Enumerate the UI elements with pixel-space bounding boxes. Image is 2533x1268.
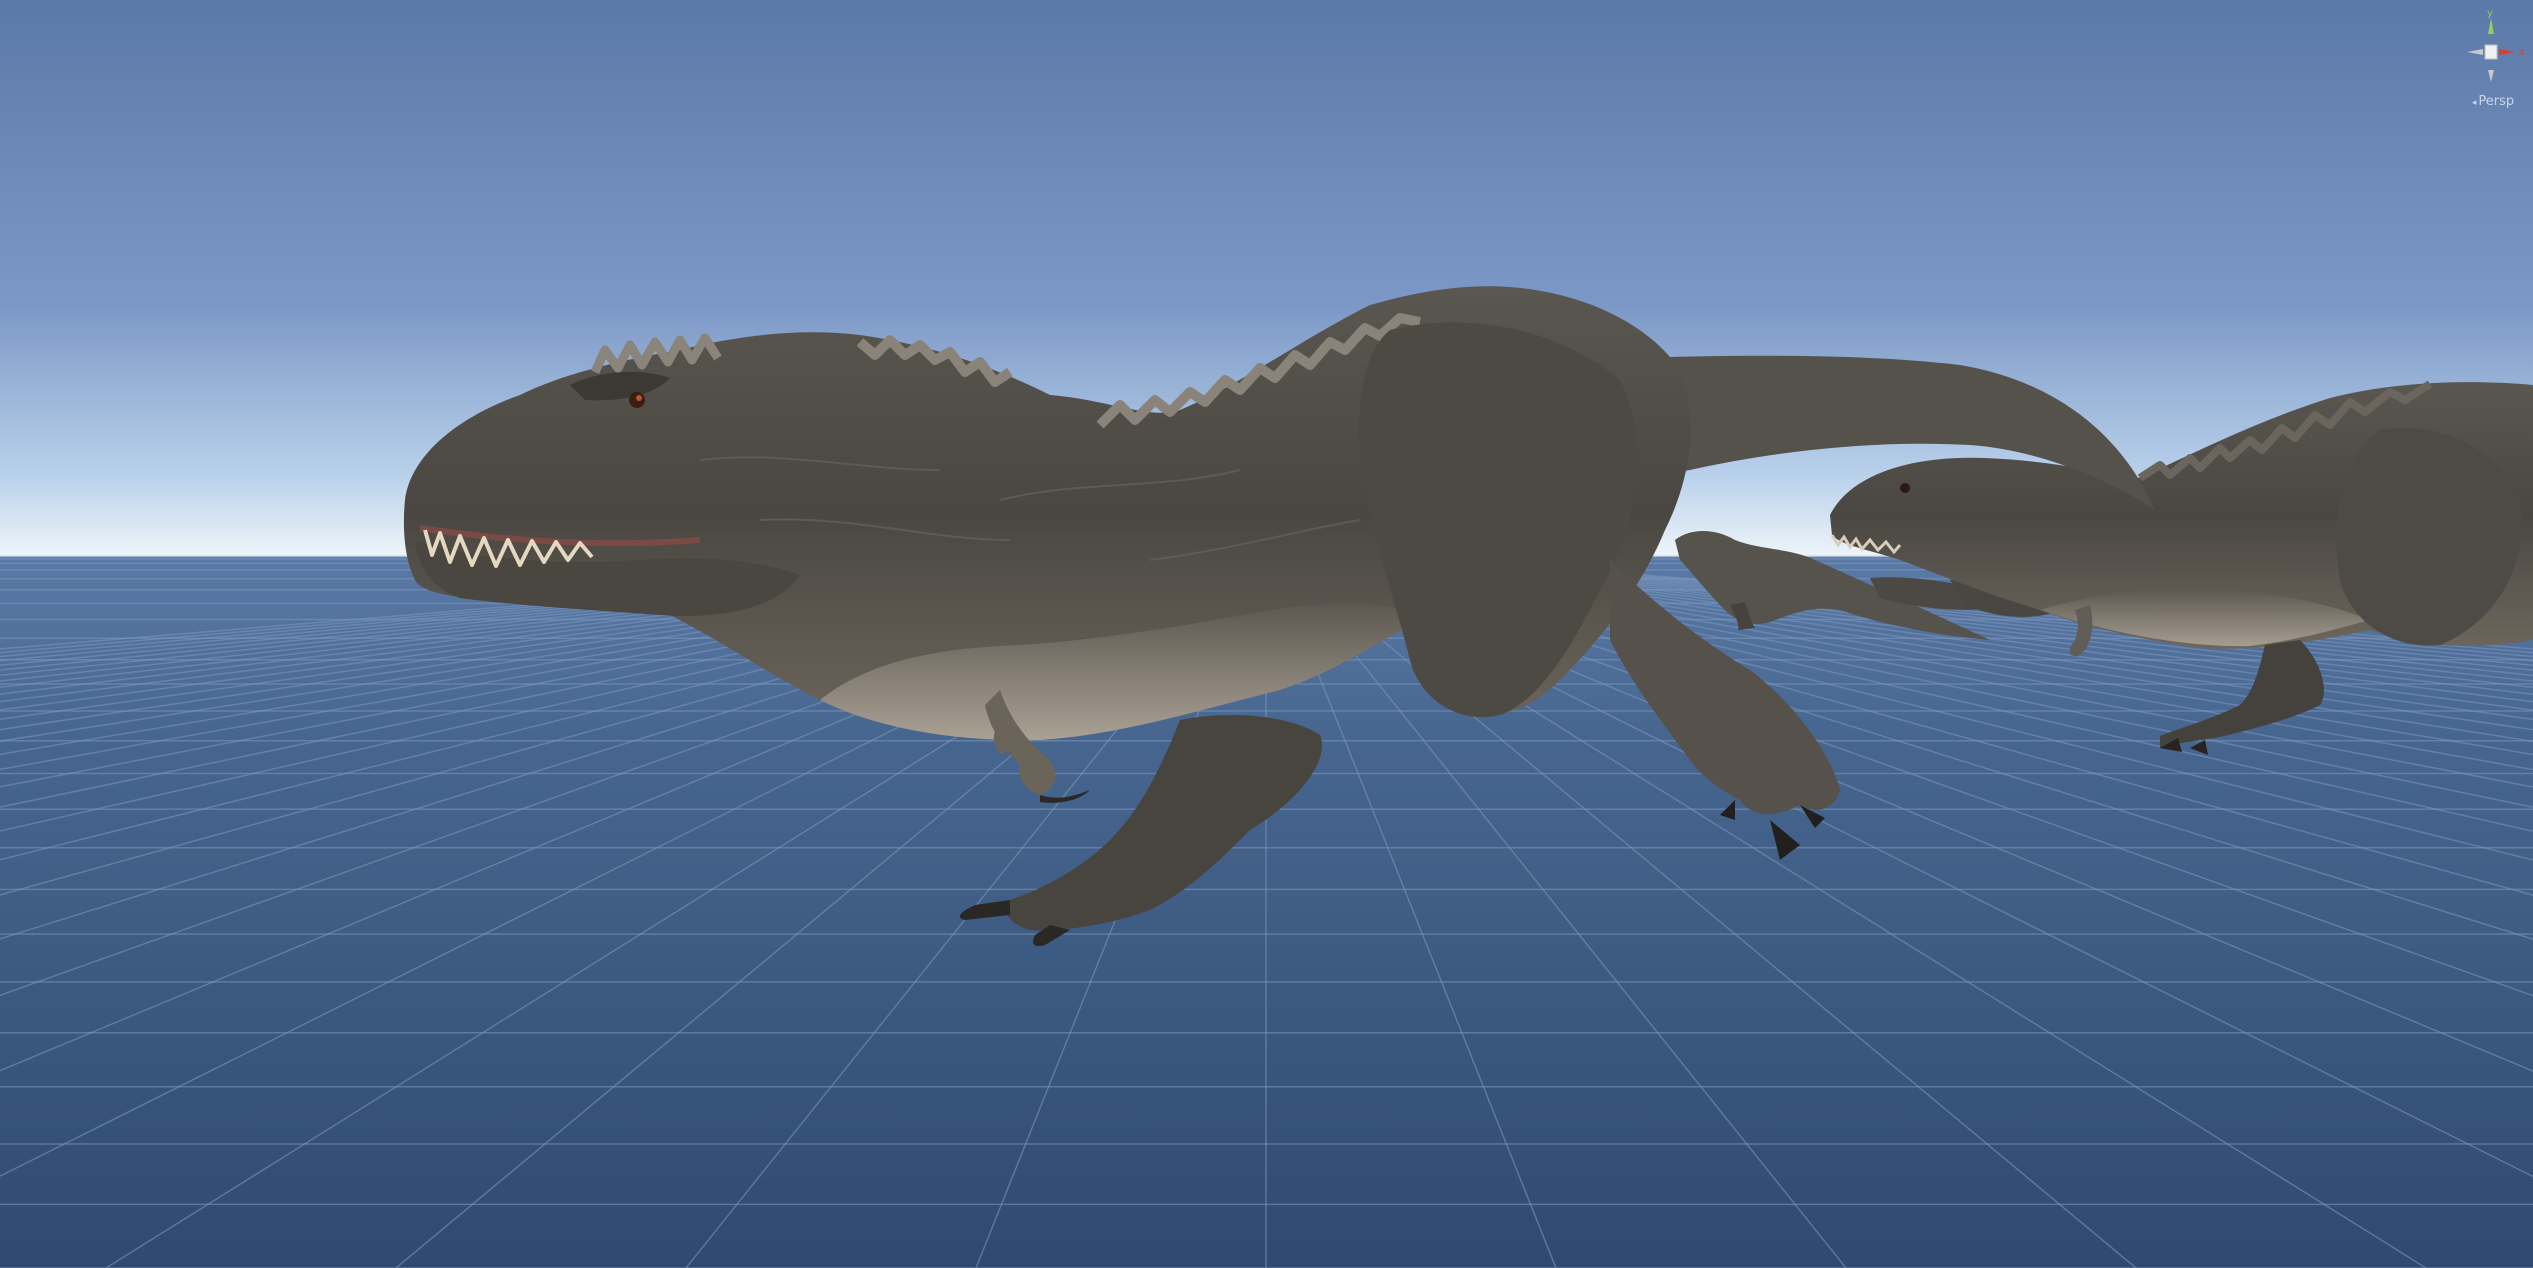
orientation-gizmo[interactable]: y x ◂ Persp: [2453, 0, 2533, 120]
axis-y-label: y: [2487, 8, 2493, 19]
axis-neg-y-cone[interactable]: [2488, 70, 2494, 82]
axis-x-label: x: [2519, 47, 2525, 58]
speaker-icon: ◂: [2471, 98, 2477, 108]
projection-label: Persp: [2478, 94, 2515, 109]
axis-y-cone[interactable]: [2488, 18, 2494, 34]
scene-viewport[interactable]: y x ◂ Persp: [0, 0, 2533, 1268]
axis-neg-x-cone[interactable]: [2467, 49, 2483, 55]
scene-view-canvas[interactable]: [0, 0, 2533, 1268]
gizmo-center-cube[interactable]: [2484, 44, 2498, 60]
projection-toggle[interactable]: ◂ Persp: [2453, 94, 2533, 109]
axis-x-cone[interactable]: [2499, 49, 2515, 55]
